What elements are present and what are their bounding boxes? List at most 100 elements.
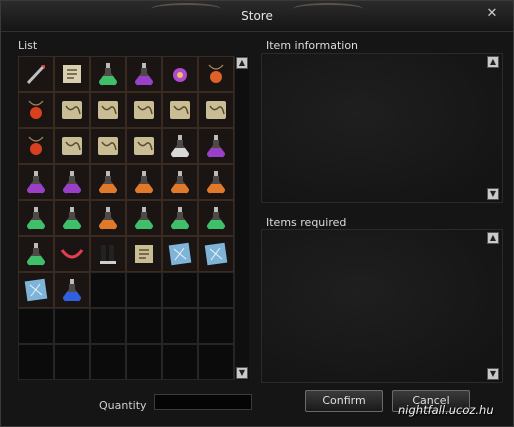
item-slot[interactable]: [162, 308, 198, 344]
scroll-up-icon[interactable]: ▲: [236, 57, 248, 69]
scroll-down-icon[interactable]: ▼: [236, 367, 248, 379]
scroll-down-icon[interactable]: ▼: [487, 188, 499, 200]
item-slot[interactable]: [126, 164, 162, 200]
item-slot[interactable]: [54, 200, 90, 236]
item-slot[interactable]: [18, 344, 54, 380]
potion-icon: [99, 207, 117, 230]
map-icon: [98, 101, 118, 119]
item-slot[interactable]: [54, 56, 90, 92]
close-icon[interactable]: ✕: [485, 7, 499, 21]
list-scrollbar[interactable]: ▲ ▼: [234, 56, 249, 380]
item-slot[interactable]: [54, 164, 90, 200]
items-required-label: Items required: [266, 216, 347, 229]
item-slot[interactable]: [126, 344, 162, 380]
parchment-icon: [204, 242, 228, 266]
item-slot[interactable]: [90, 344, 126, 380]
map-icon: [170, 101, 190, 119]
items-required-panel: ▲ ▼: [261, 229, 503, 383]
item-slot[interactable]: [198, 56, 234, 92]
item-slot[interactable]: [126, 56, 162, 92]
item-slot[interactable]: [126, 200, 162, 236]
item-slot[interactable]: [126, 92, 162, 128]
item-slot[interactable]: [198, 272, 234, 308]
watermark: nightfall.ucoz.hu: [398, 403, 494, 417]
potion-icon: [171, 207, 189, 230]
item-slot[interactable]: [54, 272, 90, 308]
potion-icon: [27, 171, 45, 194]
required-scrollbar[interactable]: ▲ ▼: [486, 230, 500, 382]
bow-icon: [60, 249, 84, 259]
item-slot[interactable]: [90, 272, 126, 308]
potion-icon: [63, 171, 81, 194]
item-slot[interactable]: [18, 92, 54, 128]
item-slot[interactable]: [54, 128, 90, 164]
info-scrollbar[interactable]: ▲ ▼: [486, 54, 500, 202]
item-slot[interactable]: [162, 344, 198, 380]
item-slot[interactable]: [162, 164, 198, 200]
item-slot[interactable]: [54, 92, 90, 128]
potion-icon: [171, 135, 189, 158]
item-slot[interactable]: [198, 128, 234, 164]
potion-icon: [135, 171, 153, 194]
item-slot[interactable]: [162, 236, 198, 272]
confirm-button[interactable]: Confirm: [305, 390, 383, 412]
item-slot[interactable]: [18, 308, 54, 344]
item-slot[interactable]: [198, 200, 234, 236]
item-slot[interactable]: [198, 236, 234, 272]
item-slot[interactable]: [198, 308, 234, 344]
map-icon: [206, 101, 226, 119]
item-slot[interactable]: [54, 344, 90, 380]
item-slot[interactable]: [162, 92, 198, 128]
item-slot[interactable]: [90, 308, 126, 344]
item-list-grid: [18, 56, 234, 380]
item-slot[interactable]: [18, 236, 54, 272]
potion-icon: [207, 207, 225, 230]
item-slot[interactable]: [162, 200, 198, 236]
map-icon: [134, 101, 154, 119]
item-slot[interactable]: [90, 164, 126, 200]
item-slot[interactable]: [54, 236, 90, 272]
item-slot[interactable]: [18, 200, 54, 236]
item-slot[interactable]: [90, 128, 126, 164]
item-slot[interactable]: [90, 56, 126, 92]
item-slot[interactable]: [54, 308, 90, 344]
title-bar[interactable]: Store ✕: [1, 1, 513, 32]
map-icon: [134, 137, 154, 155]
item-information-panel: ▲ ▼: [261, 53, 503, 203]
item-slot[interactable]: [198, 164, 234, 200]
scroll-icon: [63, 65, 81, 83]
item-slot[interactable]: [18, 164, 54, 200]
boots-icon: [100, 245, 116, 264]
item-slot[interactable]: [126, 236, 162, 272]
spear-icon: [26, 65, 45, 85]
scroll-up-icon[interactable]: ▲: [487, 232, 499, 244]
item-slot[interactable]: [162, 128, 198, 164]
item-slot[interactable]: [90, 92, 126, 128]
item-slot[interactable]: [126, 272, 162, 308]
item-slot[interactable]: [18, 56, 54, 92]
item-slot[interactable]: [90, 236, 126, 272]
potion-icon: [207, 135, 225, 158]
item-slot[interactable]: [162, 272, 198, 308]
potion-icon: [63, 279, 81, 302]
item-slot[interactable]: [126, 128, 162, 164]
store-window: Store ✕ List ▲ ▼ Item information ▲ ▼ It…: [0, 0, 514, 427]
scroll-icon: [135, 245, 153, 263]
item-slot[interactable]: [162, 56, 198, 92]
amulet-icon: [28, 100, 44, 119]
window-title: Store: [241, 9, 273, 23]
charm-icon: [173, 68, 187, 82]
potion-icon: [207, 171, 225, 194]
item-slot[interactable]: [126, 308, 162, 344]
scroll-down-icon[interactable]: ▼: [487, 368, 499, 380]
scroll-up-icon[interactable]: ▲: [487, 56, 499, 68]
map-icon: [62, 101, 82, 119]
item-slot[interactable]: [198, 92, 234, 128]
item-slot[interactable]: [18, 272, 54, 308]
quantity-field[interactable]: [154, 394, 252, 410]
item-slot[interactable]: [90, 200, 126, 236]
potion-icon: [27, 243, 45, 266]
potion-icon: [171, 171, 189, 194]
item-slot[interactable]: [18, 128, 54, 164]
item-slot[interactable]: [198, 344, 234, 380]
